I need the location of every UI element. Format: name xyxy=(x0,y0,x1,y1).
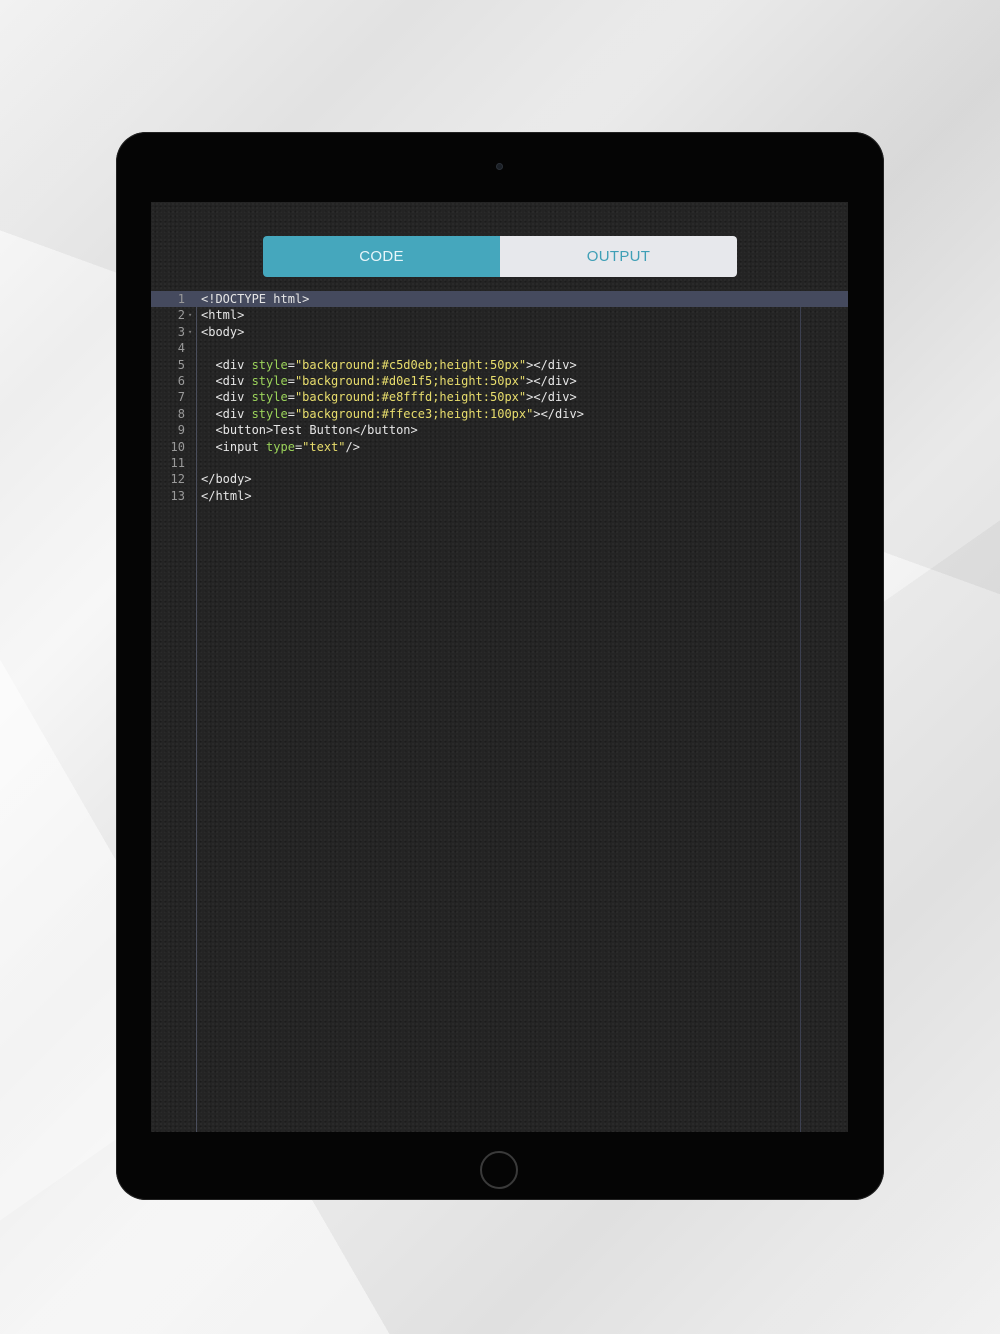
code-token: "background:#c5d0eb;height:50px" xyxy=(294,357,527,372)
code-text: <body> xyxy=(201,324,244,340)
code-token: </html> xyxy=(201,488,252,503)
line-number: 11 xyxy=(170,456,185,470)
code-token: style xyxy=(251,374,288,388)
tab-code[interactable]: CODE xyxy=(263,236,500,277)
code-line[interactable]: 2 ▾ <html> xyxy=(151,307,848,323)
code-token: <html> xyxy=(201,308,245,323)
line-number: 6 xyxy=(177,374,185,388)
code-line[interactable]: 13 </html> xyxy=(151,488,848,504)
line-number: 2 xyxy=(177,308,185,323)
code-text: <div style="background:#e8fffd;height:50… xyxy=(201,389,577,405)
code-text: <div style="background:#d0e1f5;height:50… xyxy=(201,373,577,389)
code-token: "background:#d0e1f5;height:50px" xyxy=(294,374,527,388)
code-token: <div xyxy=(201,390,252,405)
code-line[interactable]: 4 xyxy=(151,340,848,356)
code-line[interactable]: 11 xyxy=(151,455,848,471)
code-token: /> xyxy=(345,439,360,454)
code-text: </body> xyxy=(201,471,252,487)
code-token: <div xyxy=(201,406,252,421)
code-token: ></div> xyxy=(533,406,584,421)
code-text: <!DOCTYPE html> xyxy=(201,291,309,307)
line-number: 3 xyxy=(177,324,185,339)
code-token: = xyxy=(287,374,295,388)
code-token: = xyxy=(287,406,295,421)
code-token: "background:#ffece3;height:100px" xyxy=(294,406,534,421)
code-token: "text" xyxy=(302,439,346,454)
line-number: 5 xyxy=(177,357,185,372)
code-token: style xyxy=(251,406,288,421)
line-number: 1 xyxy=(177,292,185,306)
code-line[interactable]: 8 <div style="background:#ffece3;height:… xyxy=(151,406,848,422)
code-line[interactable]: 10 <input type="text"/> xyxy=(151,439,848,455)
code-text: <button>Test Button</button> xyxy=(201,422,418,438)
line-number: 13 xyxy=(170,488,185,503)
code-token: style xyxy=(251,357,288,372)
code-token: <div xyxy=(201,374,252,388)
code-text: <div style="background:#ffece3;height:10… xyxy=(201,406,584,422)
code-line[interactable]: 5 <div style="background:#c5d0eb;height:… xyxy=(151,357,848,373)
line-number: 12 xyxy=(170,472,185,487)
code-line[interactable]: 1 <!DOCTYPE html> xyxy=(151,291,848,308)
code-token: <div xyxy=(201,357,252,372)
code-token: <input xyxy=(201,439,267,454)
line-number: 4 xyxy=(177,341,185,356)
code-token: <body> xyxy=(201,324,245,339)
code-line[interactable]: 6 <div style="background:#d0e1f5;height:… xyxy=(151,373,848,389)
code-token: </body> xyxy=(201,472,252,487)
code-token: <!DOCTYPE html> xyxy=(201,292,310,306)
code-text: </html> xyxy=(201,488,252,504)
code-line[interactable]: 7 <div style="background:#e8fffd;height:… xyxy=(151,389,848,405)
tablet-frame: CODE OUTPUT 1 <!DOCTYPE html> 2 ▾ <html> 3 ▾ <b… xyxy=(116,132,884,1200)
code-line[interactable]: 3 ▾ <body> xyxy=(151,324,848,340)
code-token: = xyxy=(287,357,295,372)
code-text: <div style="background:#c5d0eb;height:50… xyxy=(201,357,577,373)
code-token: <button>Test Button</button> xyxy=(201,423,418,438)
code-token: ></div> xyxy=(526,374,577,388)
code-text: <html> xyxy=(201,307,244,323)
fold-arrow-icon[interactable]: ▾ xyxy=(188,307,192,323)
line-number: 9 xyxy=(177,423,185,438)
code-token: style xyxy=(251,390,288,405)
line-number: 7 xyxy=(177,390,185,405)
camera-icon xyxy=(496,163,503,170)
code-token: = xyxy=(287,390,295,405)
tab-output[interactable]: OUTPUT xyxy=(500,236,737,277)
code-token: type xyxy=(266,439,295,454)
code-line[interactable]: 9 <button>Test Button</button> xyxy=(151,422,848,438)
code-token: ></div> xyxy=(526,390,577,405)
line-number: 10 xyxy=(170,439,185,454)
code-token: ></div> xyxy=(526,357,577,372)
fold-arrow-icon[interactable]: ▾ xyxy=(188,324,192,340)
home-button[interactable] xyxy=(480,1151,518,1189)
line-number: 8 xyxy=(177,406,185,421)
code-line[interactable]: 12 </body> xyxy=(151,471,848,487)
code-token: "background:#e8fffd;height:50px" xyxy=(294,390,527,405)
code-text: <input type="text"/> xyxy=(201,439,360,455)
code-editor[interactable]: 1 <!DOCTYPE html> 2 ▾ <html> 3 ▾ <body> 4 5 <div … xyxy=(151,291,848,1132)
view-switcher: CODE OUTPUT xyxy=(263,236,737,277)
app-screen: CODE OUTPUT 1 <!DOCTYPE html> 2 ▾ <html> 3 ▾ <b… xyxy=(151,202,848,1132)
